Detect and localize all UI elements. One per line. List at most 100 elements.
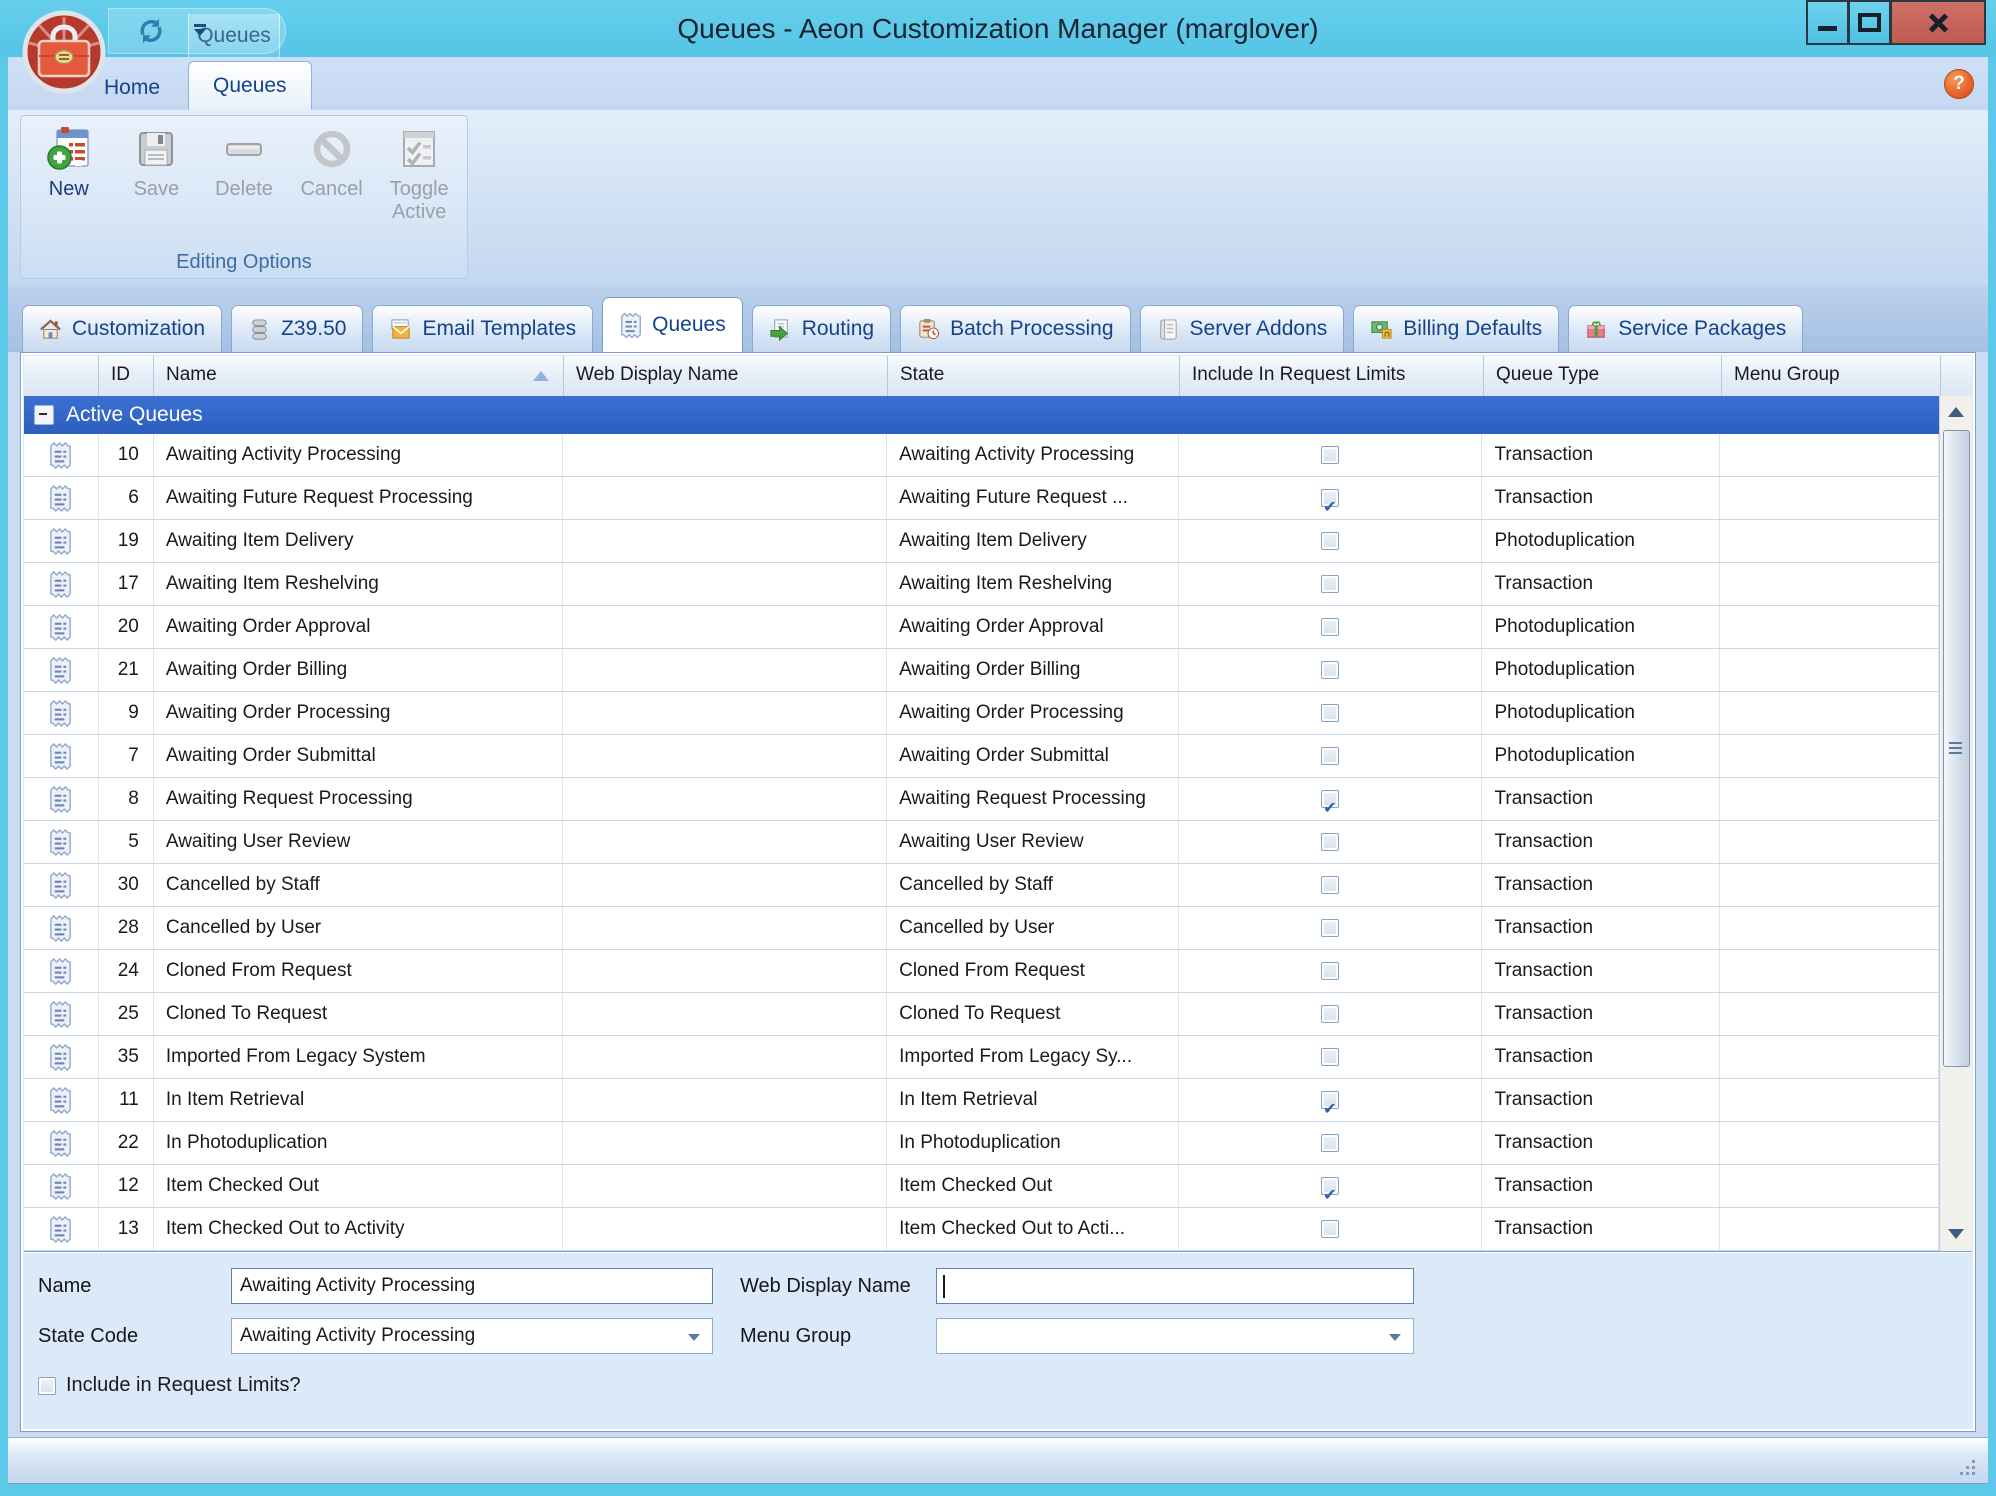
include-in-request-limits-checkbox[interactable] [1321, 919, 1339, 937]
cell-id: 22 [99, 1122, 154, 1164]
include-in-request-limits-checkbox[interactable] [1321, 790, 1339, 808]
queue-receipt-icon [619, 312, 643, 338]
cell-id: 13 [99, 1208, 154, 1250]
help-icon[interactable]: ? [1944, 69, 1974, 99]
scroll-up-icon[interactable] [1940, 398, 1972, 428]
table-row[interactable]: 11In Item RetrievalIn Item RetrievalTran… [24, 1079, 1939, 1122]
column-header-web-display-name[interactable]: Web Display Name [564, 356, 888, 396]
table-row[interactable]: 25Cloned To RequestCloned To RequestTran… [24, 993, 1939, 1036]
table-row[interactable]: 17Awaiting Item ReshelvingAwaiting Item … [24, 563, 1939, 606]
state-code-label: State Code [38, 1318, 138, 1354]
include-in-request-limits-checkbox[interactable] [1321, 1048, 1339, 1066]
vertical-scrollbar[interactable] [1939, 396, 1972, 1251]
include-in-request-limits-checkbox[interactable]: Include in Request Limits? [38, 1374, 301, 1397]
include-in-request-limits-checkbox[interactable] [1321, 618, 1339, 636]
table-row[interactable]: 21Awaiting Order BillingAwaiting Order B… [24, 649, 1939, 692]
cell-queue-type: Transaction [1482, 1036, 1720, 1078]
include-in-request-limits-checkbox[interactable] [1321, 532, 1339, 550]
column-header-queue-type[interactable]: Queue Type [1484, 356, 1722, 396]
ribbon-button-toggle-active[interactable]: Toggle Active [375, 120, 463, 246]
table-row[interactable]: 30Cancelled by StaffCancelled by StaffTr… [24, 864, 1939, 907]
module-tab-batch-processing[interactable]: Batch Processing [900, 305, 1130, 352]
maximize-button[interactable] [1849, 0, 1891, 45]
name-field[interactable] [231, 1268, 713, 1304]
column-header-menu-group[interactable]: Menu Group [1722, 356, 1941, 396]
web-display-name-field[interactable] [936, 1268, 1414, 1304]
cell-id: 10 [99, 434, 154, 476]
include-in-request-limits-checkbox[interactable] [1321, 747, 1339, 765]
state-code-dropdown[interactable]: Awaiting Activity Processing [231, 1318, 713, 1354]
quick-access-toolbar [108, 8, 286, 54]
column-header-icon[interactable] [24, 356, 99, 396]
module-tab-customization[interactable]: Customization [22, 305, 222, 352]
include-in-request-limits-checkbox[interactable] [1321, 446, 1339, 464]
include-in-request-limits-checkbox[interactable] [1321, 1220, 1339, 1238]
column-header-include-in-request-limits[interactable]: Include In Request Limits [1180, 356, 1484, 396]
cell-include-in-request-limits [1179, 1079, 1483, 1121]
include-in-request-limits-checkbox[interactable] [1321, 704, 1339, 722]
menu-group-label: Menu Group [740, 1318, 851, 1354]
column-header-name[interactable]: Name [154, 356, 564, 396]
scroll-down-icon[interactable] [1940, 1219, 1972, 1249]
include-in-request-limits-checkbox[interactable] [1321, 1091, 1339, 1109]
menu-group-dropdown[interactable] [936, 1318, 1414, 1354]
column-header-id[interactable]: ID [99, 356, 154, 396]
checkbox-icon[interactable] [38, 1377, 56, 1395]
table-row[interactable]: 20Awaiting Order ApprovalAwaiting Order … [24, 606, 1939, 649]
table-row[interactable]: 7Awaiting Order SubmittalAwaiting Order … [24, 735, 1939, 778]
include-in-request-limits-checkbox[interactable] [1321, 833, 1339, 851]
include-in-request-limits-checkbox[interactable] [1321, 489, 1339, 507]
collapse-icon[interactable] [34, 405, 54, 425]
app-menu-button[interactable] [22, 10, 106, 94]
scrollbar-thumb[interactable] [1943, 430, 1970, 1067]
cell-state: Awaiting Order Approval [887, 606, 1179, 648]
cell-queue-type: Transaction [1482, 821, 1720, 863]
module-tab-server-addons[interactable]: Server Addons [1140, 305, 1345, 352]
group-row-label: Active Queues [66, 403, 203, 427]
resize-grip-icon[interactable] [1960, 1457, 1978, 1475]
ribbon-button-new[interactable]: New [25, 120, 113, 246]
cell-id: 12 [99, 1165, 154, 1207]
close-button[interactable] [1891, 0, 1986, 45]
include-in-request-limits-checkbox[interactable] [1321, 1134, 1339, 1152]
group-row-active-queues[interactable]: Active Queues [24, 396, 1939, 434]
ribbon-button-save[interactable]: Save [113, 120, 201, 246]
ribbon-button-delete[interactable]: Delete [200, 120, 288, 246]
include-in-request-limits-checkbox[interactable] [1321, 1177, 1339, 1195]
include-in-request-limits-checkbox[interactable] [1321, 962, 1339, 980]
module-tab-routing[interactable]: Routing [752, 305, 891, 352]
minimize-button[interactable] [1806, 0, 1849, 45]
table-row[interactable]: 35Imported From Legacy SystemImported Fr… [24, 1036, 1939, 1079]
table-row[interactable]: 28Cancelled by UserCancelled by UserTran… [24, 907, 1939, 950]
cell-queue-type: Photoduplication [1482, 520, 1720, 562]
table-row[interactable]: 19Awaiting Item DeliveryAwaiting Item De… [24, 520, 1939, 563]
sync-icon[interactable] [135, 15, 167, 47]
include-in-request-limits-checkbox[interactable] [1321, 661, 1339, 679]
module-tab-z39-50[interactable]: Z39.50 [231, 305, 363, 352]
table-row[interactable]: 13Item Checked Out to ActivityItem Check… [24, 1208, 1939, 1251]
include-in-request-limits-checkbox[interactable] [1321, 575, 1339, 593]
table-row[interactable]: 8Awaiting Request ProcessingAwaiting Req… [24, 778, 1939, 821]
quick-access-dropdown-icon[interactable] [193, 24, 207, 38]
module-tab-billing-defaults[interactable]: Billing Defaults [1353, 305, 1559, 352]
cell-menu-group [1720, 606, 1939, 648]
table-row[interactable]: 12Item Checked OutItem Checked OutTransa… [24, 1165, 1939, 1208]
table-row[interactable]: 6Awaiting Future Request ProcessingAwait… [24, 477, 1939, 520]
module-tab-queues[interactable]: Queues [602, 297, 743, 352]
ribbon-tab-queues[interactable]: Queues [188, 61, 312, 111]
table-row[interactable]: 9Awaiting Order ProcessingAwaiting Order… [24, 692, 1939, 735]
table-row[interactable]: 10Awaiting Activity ProcessingAwaiting A… [24, 434, 1939, 477]
server-addons-icon [1157, 316, 1181, 342]
table-row[interactable]: 24Cloned From RequestCloned From Request… [24, 950, 1939, 993]
include-in-request-limits-checkbox[interactable] [1321, 876, 1339, 894]
include-in-request-limits-checkbox[interactable] [1321, 1005, 1339, 1023]
module-tab-email-templates[interactable]: Email Templates [372, 305, 593, 352]
queue-item-icon [48, 569, 73, 600]
table-row[interactable]: 5Awaiting User ReviewAwaiting User Revie… [24, 821, 1939, 864]
column-header-state[interactable]: State [888, 356, 1180, 396]
cell-queue-type: Transaction [1482, 993, 1720, 1035]
table-row[interactable]: 22In PhotoduplicationIn Photoduplication… [24, 1122, 1939, 1165]
module-tab-service-packages[interactable]: Service Packages [1568, 305, 1803, 352]
ribbon-button-cancel[interactable]: Cancel [288, 120, 376, 246]
cell-name: Awaiting Order Billing [154, 649, 564, 691]
